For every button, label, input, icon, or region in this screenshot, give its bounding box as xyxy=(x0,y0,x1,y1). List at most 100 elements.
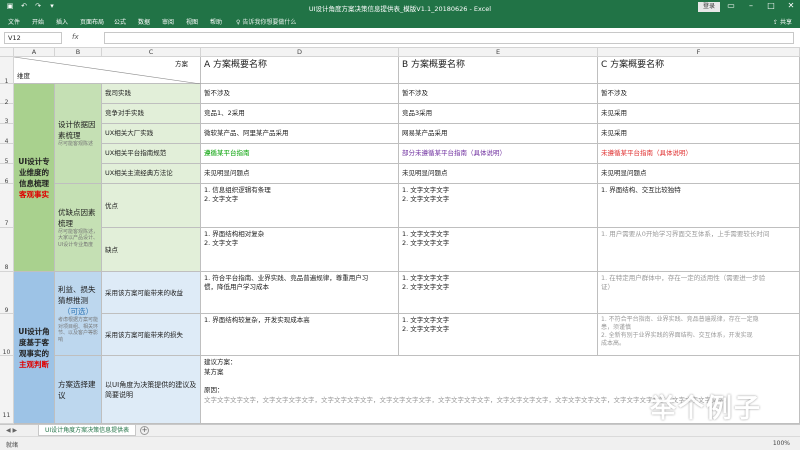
cell-f-ux-big[interactable]: 未见采用 xyxy=(598,124,800,144)
watermark-example: 举个例子 xyxy=(650,394,763,424)
cell-f-pros[interactable]: 1. 界面结构、交互比较独特 xyxy=(598,184,800,228)
cell-f-competitor[interactable]: 未见采用 xyxy=(598,104,800,124)
cell-e-cons[interactable]: 1. 文字文字文字 2. 文字文字文字 xyxy=(399,228,598,272)
cell-f-ux-theory[interactable]: 未见明显问题点 xyxy=(598,164,800,184)
row-header-5[interactable]: 5 xyxy=(0,144,14,165)
login-button[interactable]: 登录 xyxy=(698,2,720,12)
cell-d-pros[interactable]: 1. 信息组织逻辑有条理 2. 文字文字 xyxy=(201,184,399,228)
cell-e-pros[interactable]: 1. 文字文字文字 2. 文字文字文字 xyxy=(399,184,598,228)
cell-d-benefit[interactable]: 1. 符合平台指南、业界实践、竞品普遍规律，尊重用户习 惯，降低用户学习成本 xyxy=(201,272,399,314)
cell-d-cons[interactable]: 1. 界面结构相对复杂 2. 文字文字 xyxy=(201,228,399,272)
header-plan-c[interactable]: C 方案概要名称 xyxy=(598,57,800,84)
group-benefit-loss[interactable]: 利益、损失猜想推测 （可选） 考虑根据方案可能对项目组、相关环节、以及客户等影响 xyxy=(55,272,102,356)
label-cons[interactable]: 缺点 xyxy=(102,228,201,272)
tell-me-search[interactable]: ♀ 告诉我你想要做什么 xyxy=(236,17,296,26)
label-loss[interactable]: 采用该方案可能带来的损失 xyxy=(102,314,201,356)
row-header-11[interactable]: 11 xyxy=(0,356,14,424)
tab-insert[interactable]: 插入 xyxy=(56,17,68,26)
share-button[interactable]: ⇪ 共享 xyxy=(773,17,792,26)
column-header-e[interactable]: E xyxy=(399,48,598,57)
title-bar: ▣ ↶ ↷ ▾ UI设计角度方案决策信息提供表_模版V1.1_20180626 … xyxy=(0,0,800,14)
label-pros[interactable]: 优点 xyxy=(102,184,201,228)
row-header-2[interactable]: 2 xyxy=(0,84,14,106)
row-header-1[interactable]: 1 xyxy=(0,57,14,85)
cell-e-competitor[interactable]: 竞品3采用 xyxy=(399,104,598,124)
cell-e-loss[interactable]: 1. 文字文字文字 2. 文字文字文字 xyxy=(399,314,598,356)
fx-icon[interactable]: fx xyxy=(72,33,79,41)
cell-e-benefit[interactable]: 1. 文字文字文字 2. 文字文字文字 xyxy=(399,272,598,314)
tab-help[interactable]: 帮助 xyxy=(210,17,222,26)
column-header-c[interactable]: C xyxy=(102,48,201,57)
name-box[interactable]: V12 xyxy=(4,32,62,44)
cell-d-benefit-line2: 惯，降低用户学习成本 xyxy=(204,283,269,291)
cell-e-ux-theory[interactable]: 未见明显问题点 xyxy=(399,164,598,184)
group-plan-choice[interactable]: 方案选择建议 xyxy=(55,356,102,424)
benefit-loss-title: 利益、损失猜想推测 xyxy=(58,285,96,305)
section-subjective-judgment[interactable]: UI设计角度基于客观事实的 主观判断 xyxy=(14,272,55,424)
column-header-d[interactable]: D xyxy=(201,48,399,57)
tab-file[interactable]: 文件 xyxy=(8,17,20,26)
sheet-tab-active[interactable]: UI设计角度方案决策信息提供表 xyxy=(38,425,137,436)
label-suggestion[interactable]: 以UI角度为决策提供的建议及简要说明 xyxy=(102,356,201,424)
cell-d-ux-theory[interactable]: 未见明显问题点 xyxy=(201,164,399,184)
label-competitor[interactable]: 竞争对手实践 xyxy=(102,104,201,124)
row-header-9[interactable]: 9 xyxy=(0,272,14,314)
label-ux-guide[interactable]: UX相关平台指南规范 xyxy=(102,144,201,164)
cell-f-cons[interactable]: 1. 用户需要从0开始学习界面交互体系，上手需要较长时间 xyxy=(598,228,800,272)
ribbon-display-icon[interactable]: ▭ xyxy=(726,1,736,10)
corner-header-cell[interactable]: 方案 维度 xyxy=(14,57,201,84)
header-plan-b[interactable]: B 方案概要名称 xyxy=(399,57,598,84)
row-header-7[interactable]: 7 xyxy=(0,184,14,228)
cell-e-ux-big[interactable]: 网易某产品采用 xyxy=(399,124,598,144)
row-header-4[interactable]: 4 xyxy=(0,124,14,145)
tab-formulas[interactable]: 公式 xyxy=(114,17,126,26)
cell-d-loss[interactable]: 1. 界面结构较复杂，开发实现成本高 xyxy=(201,314,399,356)
cell-d-ux-big[interactable]: 微软某产品、阿里某产品采用 xyxy=(201,124,399,144)
close-icon[interactable]: ✕ xyxy=(786,1,796,10)
tab-review[interactable]: 审阅 xyxy=(162,17,174,26)
cell-e-our-practice[interactable]: 暂不涉及 xyxy=(399,84,598,104)
formula-input[interactable] xyxy=(104,32,794,44)
cell-d-pros-line1: 1. 信息组织逻辑有条理 xyxy=(204,186,271,194)
row-header-10[interactable]: 10 xyxy=(0,314,14,356)
cell-d-our-practice[interactable]: 暂不涉及 xyxy=(201,84,399,104)
cell-f-benefit[interactable]: 1. 在特定用户群体中，存在一定的适用性（需要进一步验 证） xyxy=(598,272,800,314)
zoom-level[interactable]: 100% xyxy=(773,440,790,447)
design-basis-title: 设计依据因素梳理 xyxy=(58,120,96,141)
header-plan-a[interactable]: A 方案概要名称 xyxy=(201,57,399,84)
suggestion-line1: 建议方案： xyxy=(204,358,237,366)
cell-f-ux-guide[interactable]: 未遵循某平台指南（具体说明） xyxy=(598,144,800,164)
cell-e-ux-guide[interactable]: 部分未遵循某平台指南（具体说明） xyxy=(399,144,598,164)
cell-e-cons-line1: 1. 文字文字文字 xyxy=(402,230,450,238)
group-pros-cons[interactable]: 优缺点因素梳理 尽可能客观陈述，大家以产品设计、UI设计专业角度 xyxy=(55,184,102,272)
column-header-f[interactable]: F xyxy=(598,48,800,57)
label-benefit[interactable]: 采用该方案可能带来的收益 xyxy=(102,272,201,314)
cell-d-cons-line2: 2. 文字文字 xyxy=(204,239,239,247)
tab-home[interactable]: 开始 xyxy=(32,17,44,26)
formula-bar: V12 fx xyxy=(0,28,800,48)
row-header-6[interactable]: 6 xyxy=(0,164,14,185)
ribbon-tabs: 文件 开始 插入 页面布局 公式 数据 审阅 视图 帮助 ♀ 告诉我你想要做什么… xyxy=(0,14,800,28)
tab-data[interactable]: 数据 xyxy=(138,17,150,26)
column-header-a[interactable]: A xyxy=(14,48,55,57)
select-all-corner[interactable] xyxy=(0,48,14,57)
cell-d-competitor[interactable]: 竞品1、2采用 xyxy=(201,104,399,124)
label-ux-theory[interactable]: UX相关主流经典方法论 xyxy=(102,164,201,184)
minimize-icon[interactable]: – xyxy=(746,1,756,10)
add-sheet-button[interactable]: + xyxy=(140,426,149,435)
section-objective-facts[interactable]: UI设计专业维度的信息梳理 客观事实 xyxy=(14,84,55,272)
cell-f-our-practice[interactable]: 暂不涉及 xyxy=(598,84,800,104)
group-design-basis[interactable]: 设计依据因素梳理 尽可能客观陈述 xyxy=(55,84,102,184)
cell-f-loss[interactable]: 1. 不符合平台指南、业界实践、竞品普遍规律，存在一定隐 患，须谨慎 2. 全新… xyxy=(598,314,800,356)
row-header-8[interactable]: 8 xyxy=(0,228,14,272)
cell-d-ux-guide[interactable]: 遵循某平台指南 xyxy=(201,144,399,164)
tell-me-text: 告诉我你想要做什么 xyxy=(242,19,297,26)
row-header-3[interactable]: 3 xyxy=(0,104,14,125)
column-header-b[interactable]: B xyxy=(55,48,102,57)
tab-view[interactable]: 视图 xyxy=(186,17,198,26)
maximize-icon[interactable]: □ xyxy=(766,1,776,10)
label-our-practice[interactable]: 我司实践 xyxy=(102,84,201,104)
label-ux-big[interactable]: UX相关大厂实践 xyxy=(102,124,201,144)
sheet-nav-arrows[interactable]: ◀ ▶ xyxy=(6,427,17,434)
tab-page-layout[interactable]: 页面布局 xyxy=(80,17,104,26)
